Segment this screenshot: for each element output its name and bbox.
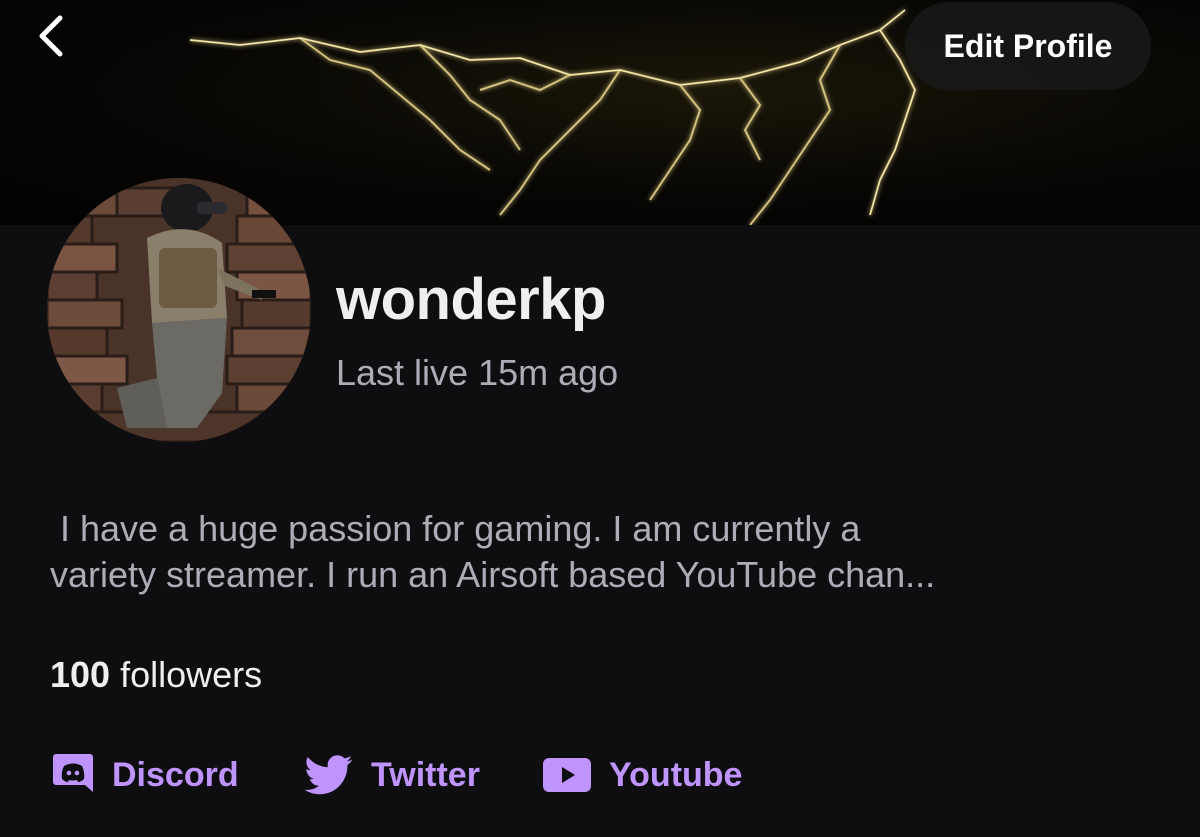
username: wonderkp: [336, 267, 606, 332]
back-button[interactable]: [30, 12, 90, 68]
discord-label: Discord: [112, 755, 239, 794]
profile-bio[interactable]: I have a huge passion for gaming. I am c…: [50, 506, 1160, 598]
profile-page: Edit Profile wonderkp Last live 15m ago …: [0, 0, 1200, 837]
bio-line: I have a huge passion for gaming. I am c…: [50, 508, 861, 549]
youtube-link[interactable]: Youtube: [543, 748, 742, 802]
youtube-label: Youtube: [609, 755, 743, 794]
followers-label: followers: [120, 654, 263, 695]
bio-line: variety streamer. I run an Airsoft based…: [50, 554, 936, 595]
avatar-image: [47, 178, 311, 442]
avatar[interactable]: [47, 178, 311, 442]
twitter-label: Twitter: [371, 755, 480, 794]
discord-link[interactable]: Discord: [52, 748, 239, 802]
twitter-icon: [305, 754, 353, 796]
followers-number: 100: [50, 654, 111, 695]
youtube-icon: [543, 757, 591, 793]
edit-profile-button[interactable]: Edit Profile: [905, 2, 1151, 90]
discord-icon: [52, 752, 94, 798]
twitter-link[interactable]: Twitter: [305, 748, 480, 802]
followers-count[interactable]: 100 followers: [50, 654, 262, 696]
last-live-status: Last live 15m ago: [336, 352, 619, 393]
chevron-left-icon: [39, 15, 63, 57]
